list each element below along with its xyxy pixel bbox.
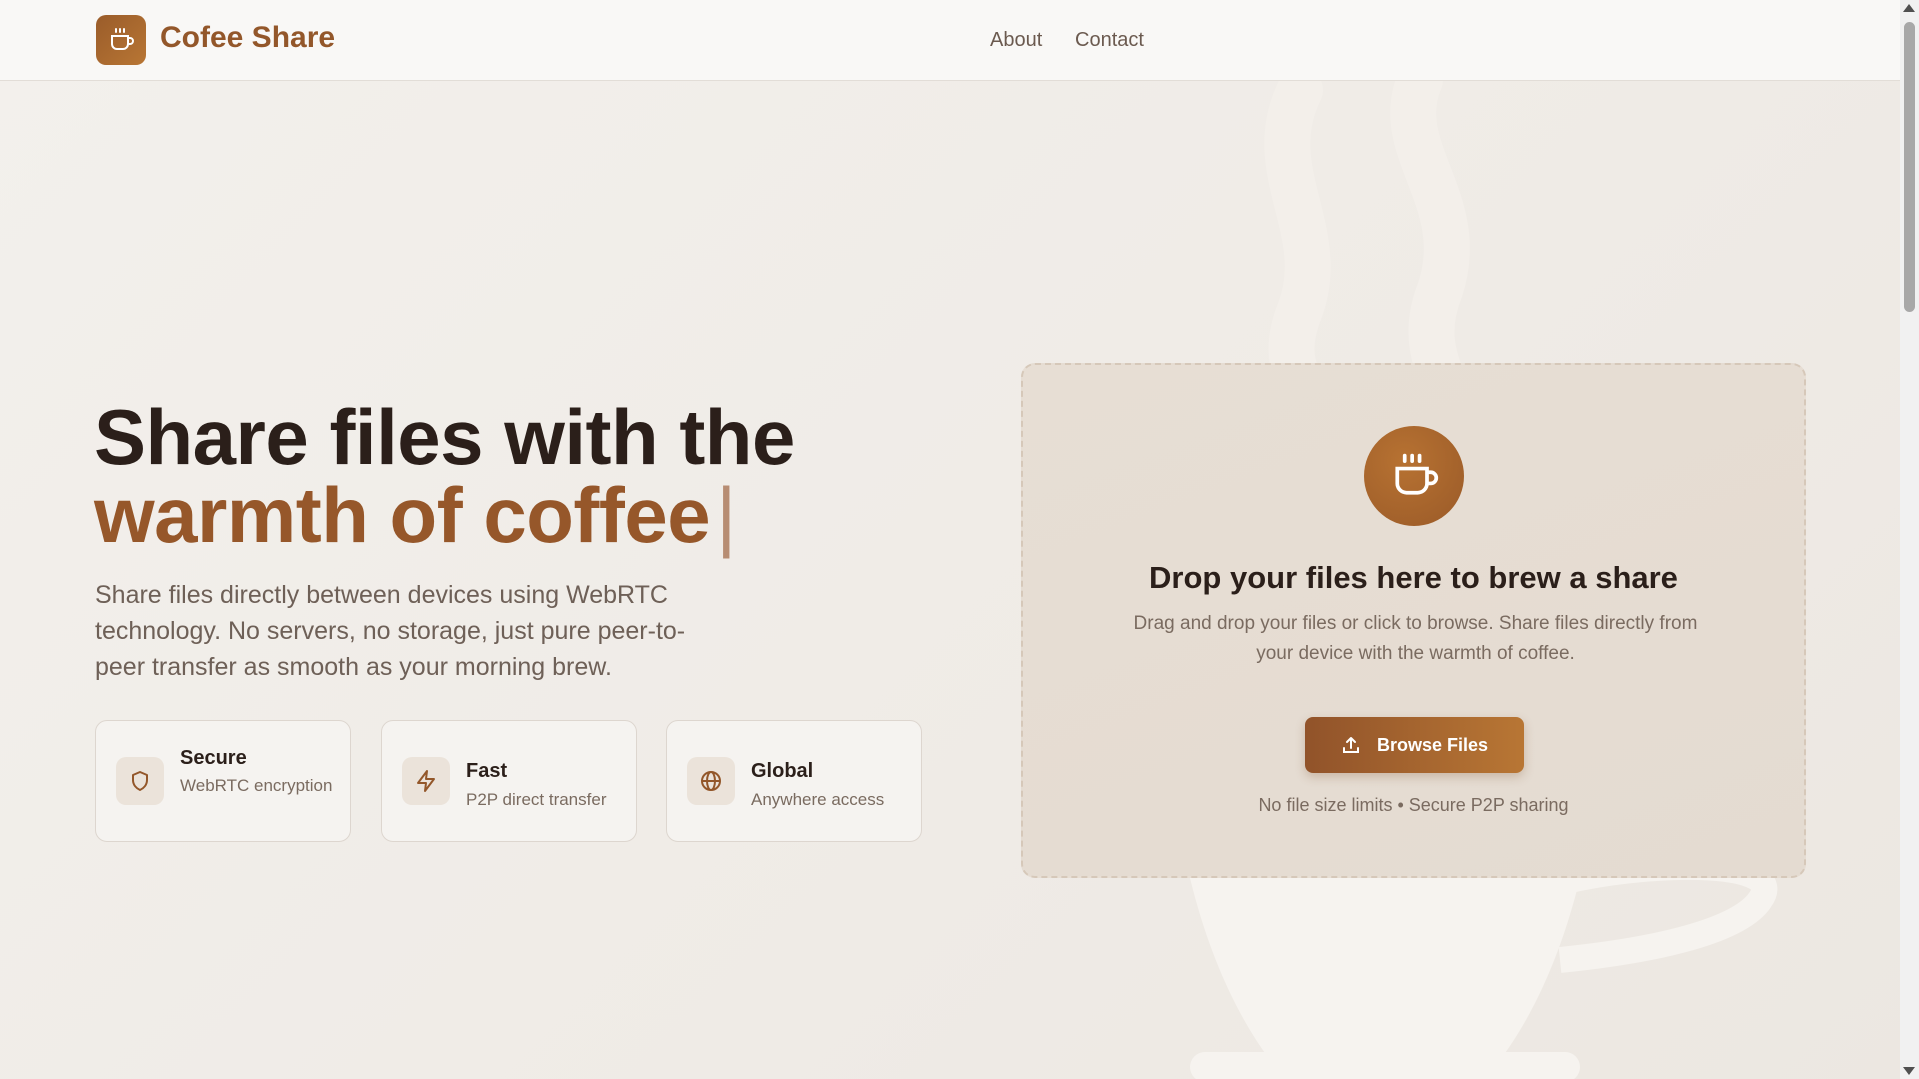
globe-icon [701,771,721,791]
hero-title-line2: warmth of coffee| [94,476,795,554]
page-scrollbar[interactable] [1900,0,1919,1079]
typing-caret: | [716,471,736,559]
feature-title: Fast [466,760,508,782]
file-drop-zone[interactable]: Drop your files here to brew a share Dra… [1021,363,1806,878]
nav-about-link[interactable]: About [990,29,1042,52]
feature-title: Global [751,760,814,782]
top-navbar: Cofee Share About Contact [0,0,1900,81]
coffee-cup-icon [111,28,134,50]
upload-icon [1342,737,1359,753]
brand-name[interactable]: Cofee Share [160,21,335,55]
browse-files-label: Browse Files [1376,734,1489,755]
dropzone-title: Drop your files here to brew a share [1149,560,1678,595]
feature-subtitle: Anywhere access [751,790,885,809]
dropzone-description: Drag and drop your files or click to bro… [1133,613,1698,664]
scroll-up-arrow-icon[interactable] [1903,4,1915,12]
browse-files-button[interactable]: Browse Files [1305,717,1524,773]
scroll-down-arrow-icon[interactable] [1903,1067,1915,1075]
coffee-cup-icon [1395,453,1439,495]
feature-card-fast: Fast P2P direct transfer [381,720,637,842]
scroll-thumb[interactable] [1904,22,1915,312]
feature-title: Secure [180,747,247,769]
logo[interactable] [96,15,146,65]
hero-title-highlight: warmth of coffee [94,471,711,559]
dropzone-note: No file size limits • Secure P2P sharing [1258,795,1569,815]
lightning-icon [417,770,435,792]
hero-description: Share files directly between devices usi… [95,581,686,681]
feature-subtitle: P2P direct transfer [466,790,607,809]
feature-card-secure: Secure WebRTC encryption [95,720,351,842]
hero-title-line1: Share files with the [94,393,795,481]
nav-contact-link[interactable]: Contact [1075,29,1144,52]
feature-subtitle: WebRTC encryption [180,776,333,795]
feature-card-global: Global Anywhere access [666,720,922,842]
shield-icon [132,771,148,791]
hero-title: Share files with the warmth of coffee| [94,398,795,554]
